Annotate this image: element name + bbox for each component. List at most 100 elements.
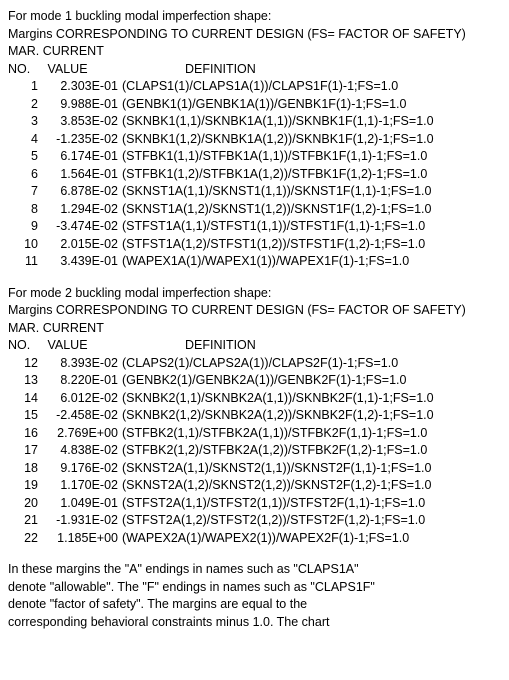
row-no: 19 bbox=[8, 477, 44, 495]
row-value: 9.176E-02 bbox=[44, 460, 122, 478]
mode1-header-line2: NO. VALUE DEFINITION bbox=[8, 61, 501, 79]
mode1-header-mar: MAR. bbox=[8, 44, 39, 58]
row-no: 3 bbox=[8, 113, 44, 131]
row-no: 17 bbox=[8, 442, 44, 460]
row-definition: (SKNST2A(1,1)/SKNST2(1,1))/SKNST2F(1,1)-… bbox=[122, 460, 431, 478]
row-value: 2.303E-01 bbox=[44, 78, 122, 96]
row-no: 10 bbox=[8, 236, 44, 254]
mode1-header-def: DEFINITION bbox=[125, 61, 256, 79]
row-no: 15 bbox=[8, 407, 44, 425]
row-definition: (STFST1A(1,2)/STFST1(1,2))/STFST1F(1,2)-… bbox=[122, 236, 425, 254]
mode1-subtitle: Margins CORRESPONDING TO CURRENT DESIGN … bbox=[8, 26, 501, 44]
mode2-rows: 128.393E-02 (CLAPS2(1)/CLAPS2A(1))/CLAPS… bbox=[8, 355, 501, 548]
row-value: 1.564E-01 bbox=[44, 166, 122, 184]
trailing-line-2: denote "allowable". The "F" endings in n… bbox=[8, 579, 501, 597]
row-no: 12 bbox=[8, 355, 44, 373]
row-definition: (STFST2A(1,2)/STFST2(1,2))/STFST2F(1,2)-… bbox=[122, 512, 425, 530]
row-definition: (STFBK1(1,2)/STFBK1A(1,2))/STFBK1F(1,2)-… bbox=[122, 166, 427, 184]
table-row: 162.769E+00 (STFBK2(1,1)/STFBK2A(1,1))/S… bbox=[8, 425, 501, 443]
trailing-paragraph: In these margins the "A" endings in name… bbox=[8, 561, 501, 631]
row-value: 3.439E-01 bbox=[44, 253, 122, 271]
row-no: 8 bbox=[8, 201, 44, 219]
table-row: 174.838E-02 (STFBK2(1,2)/STFBK2A(1,2))/S… bbox=[8, 442, 501, 460]
row-value: -3.474E-02 bbox=[44, 218, 122, 236]
row-definition: (SKNST2A(1,2)/SKNST2(1,2))/SKNST2F(1,2)-… bbox=[122, 477, 431, 495]
mode2-header-def: DEFINITION bbox=[125, 337, 256, 355]
row-value: 8.393E-02 bbox=[44, 355, 122, 373]
table-row: 4-1.235E-02 (SKNBK1(1,2)/SKNBK1A(1,2))/S… bbox=[8, 131, 501, 149]
row-no: 1 bbox=[8, 78, 44, 96]
mode2-section: For mode 2 buckling modal imperfection s… bbox=[8, 285, 501, 548]
row-no: 7 bbox=[8, 183, 44, 201]
mode1-header-cur: CURRENT bbox=[43, 44, 104, 58]
row-definition: (STFBK2(1,2)/STFBK2A(1,2))/STFBK2F(1,2)-… bbox=[122, 442, 427, 460]
row-definition: (STFST1A(1,1)/STFST1(1,1))/STFST1F(1,1)-… bbox=[122, 218, 425, 236]
table-row: 189.176E-02 (SKNST2A(1,1)/SKNST2(1,1))/S… bbox=[8, 460, 501, 478]
table-row: 61.564E-01 (STFBK1(1,2)/STFBK1A(1,2))/ST… bbox=[8, 166, 501, 184]
row-definition: (SKNST1A(1,1)/SKNST1(1,1))/SKNST1F(1,1)-… bbox=[122, 183, 431, 201]
mode2-header-val: VALUE bbox=[41, 337, 121, 355]
row-value: 1.185E+00 bbox=[44, 530, 122, 548]
row-no: 21 bbox=[8, 512, 44, 530]
row-value: -1.931E-02 bbox=[44, 512, 122, 530]
row-definition: (STFBK1(1,1)/STFBK1A(1,1))/STFBK1F(1,1)-… bbox=[122, 148, 427, 166]
row-no: 16 bbox=[8, 425, 44, 443]
table-row: 33.853E-02 (SKNBK1(1,1)/SKNBK1A(1,1))/SK… bbox=[8, 113, 501, 131]
table-row: 15-2.458E-02 (SKNBK2(1,2)/SKNBK2A(1,2))/… bbox=[8, 407, 501, 425]
mode2-header-no: NO. bbox=[8, 337, 38, 355]
row-value: 8.220E-01 bbox=[44, 372, 122, 390]
row-definition: (STFST2A(1,1)/STFST2(1,1))/STFST2F(1,1)-… bbox=[122, 495, 425, 513]
table-row: 29.988E-01 (GENBK1(1)/GENBK1A(1))/GENBK1… bbox=[8, 96, 501, 114]
row-no: 11 bbox=[8, 253, 44, 271]
table-row: 201.049E-01 (STFST2A(1,1)/STFST2(1,1))/S… bbox=[8, 495, 501, 513]
row-definition: (SKNBK1(1,1)/SKNBK1A(1,1))/SKNBK1F(1,1)-… bbox=[122, 113, 434, 131]
row-value: 1.049E-01 bbox=[44, 495, 122, 513]
row-no: 2 bbox=[8, 96, 44, 114]
table-row: 102.015E-02 (STFST1A(1,2)/STFST1(1,2))/S… bbox=[8, 236, 501, 254]
row-no: 4 bbox=[8, 131, 44, 149]
mode2-subtitle: Margins CORRESPONDING TO CURRENT DESIGN … bbox=[8, 302, 501, 320]
mode1-section: For mode 1 buckling modal imperfection s… bbox=[8, 8, 501, 271]
row-definition: (STFBK2(1,1)/STFBK2A(1,1))/STFBK2F(1,1)-… bbox=[122, 425, 427, 443]
row-value: -2.458E-02 bbox=[44, 407, 122, 425]
row-value: 1.294E-02 bbox=[44, 201, 122, 219]
row-no: 14 bbox=[8, 390, 44, 408]
table-row: 9-3.474E-02 (STFST1A(1,1)/STFST1(1,1))/S… bbox=[8, 218, 501, 236]
row-value: 6.174E-01 bbox=[44, 148, 122, 166]
trailing-line-4: corresponding behavioral constraints min… bbox=[8, 614, 501, 632]
row-value: 1.170E-02 bbox=[44, 477, 122, 495]
row-definition: (WAPEX2A(1)/WAPEX2(1))/WAPEX2F(1)-1;FS=1… bbox=[122, 530, 409, 548]
row-definition: (GENBK2(1)/GENBK2A(1))/GENBK2F(1)-1;FS=1… bbox=[122, 372, 406, 390]
table-row: 113.439E-01 (WAPEX1A(1)/WAPEX1(1))/WAPEX… bbox=[8, 253, 501, 271]
row-no: 18 bbox=[8, 460, 44, 478]
mode2-header-line1: MAR. CURRENT bbox=[8, 320, 501, 338]
row-definition: (CLAPS1(1)/CLAPS1A(1))/CLAPS1F(1)-1;FS=1… bbox=[122, 78, 398, 96]
table-row: 56.174E-01 (STFBK1(1,1)/STFBK1A(1,1))/ST… bbox=[8, 148, 501, 166]
row-value: -1.235E-02 bbox=[44, 131, 122, 149]
row-value: 6.878E-02 bbox=[44, 183, 122, 201]
mode1-header-no: NO. bbox=[8, 61, 38, 79]
row-value: 6.012E-02 bbox=[44, 390, 122, 408]
mode2-header-line2: NO. VALUE DEFINITION bbox=[8, 337, 501, 355]
mode2-header-cur: CURRENT bbox=[43, 321, 104, 335]
row-no: 5 bbox=[8, 148, 44, 166]
table-row: 146.012E-02 (SKNBK2(1,1)/SKNBK2A(1,1))/S… bbox=[8, 390, 501, 408]
row-definition: (CLAPS2(1)/CLAPS2A(1))/CLAPS2F(1)-1;FS=1… bbox=[122, 355, 398, 373]
row-definition: (SKNBK2(1,2)/SKNBK2A(1,2))/SKNBK2F(1,2)-… bbox=[122, 407, 434, 425]
row-no: 9 bbox=[8, 218, 44, 236]
row-no: 13 bbox=[8, 372, 44, 390]
table-row: 21-1.931E-02 (STFST2A(1,2)/STFST2(1,2))/… bbox=[8, 512, 501, 530]
row-definition: (SKNST1A(1,2)/SKNST1(1,2))/SKNST1F(1,2)-… bbox=[122, 201, 431, 219]
table-row: 221.185E+00 (WAPEX2A(1)/WAPEX2(1))/WAPEX… bbox=[8, 530, 501, 548]
mode1-header-val: VALUE bbox=[41, 61, 121, 79]
mode1-header-line1: MAR. CURRENT bbox=[8, 43, 501, 61]
row-value: 9.988E-01 bbox=[44, 96, 122, 114]
table-row: 191.170E-02 (SKNST2A(1,2)/SKNST2(1,2))/S… bbox=[8, 477, 501, 495]
row-value: 2.015E-02 bbox=[44, 236, 122, 254]
row-definition: (SKNBK1(1,2)/SKNBK1A(1,2))/SKNBK1F(1,2)-… bbox=[122, 131, 434, 149]
row-definition: (SKNBK2(1,1)/SKNBK2A(1,1))/SKNBK2F(1,1)-… bbox=[122, 390, 434, 408]
mode1-rows: 12.303E-01 (CLAPS1(1)/CLAPS1A(1))/CLAPS1… bbox=[8, 78, 501, 271]
trailing-line-1: In these margins the "A" endings in name… bbox=[8, 561, 501, 579]
row-no: 22 bbox=[8, 530, 44, 548]
mode2-header-mar: MAR. bbox=[8, 321, 39, 335]
